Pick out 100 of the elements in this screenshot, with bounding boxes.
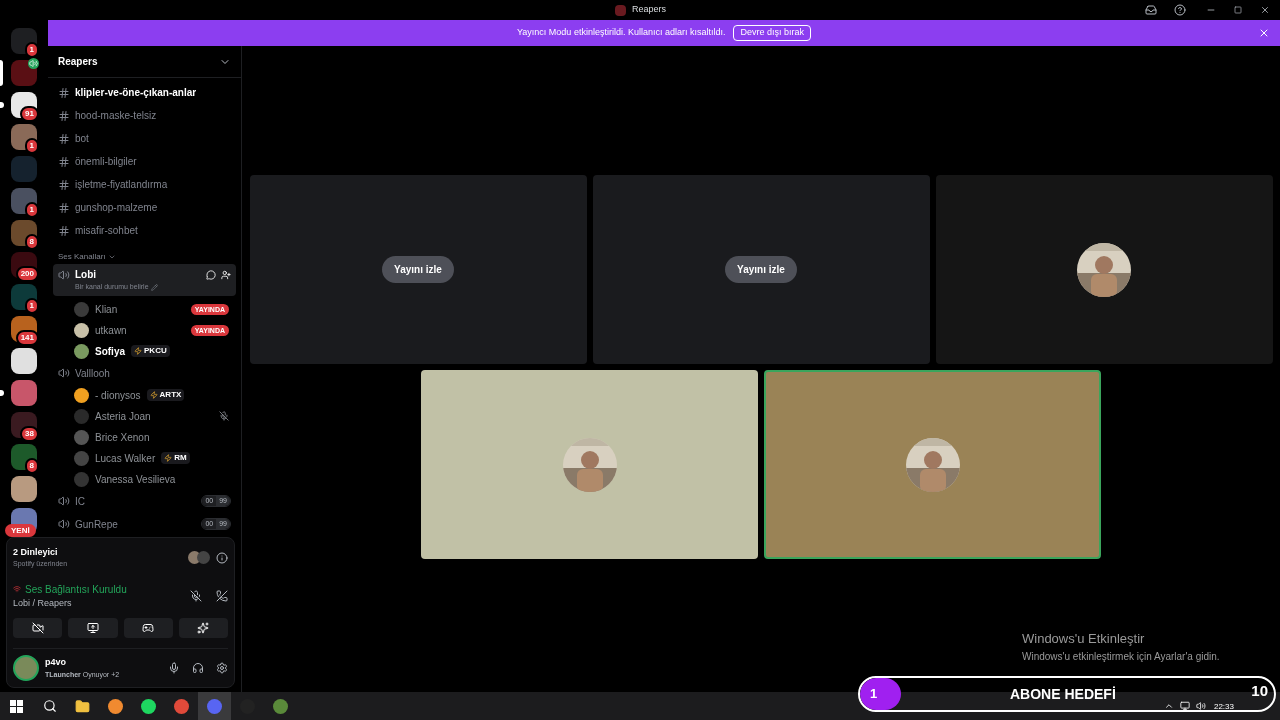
server-icon[interactable] [11, 220, 37, 246]
activation-title: Windows'u Etkinleştir [1022, 630, 1146, 648]
server-item[interactable]: 8 [0, 220, 48, 252]
server-item[interactable]: YENİ [0, 508, 48, 540]
server-icon [615, 4, 626, 16]
inbox-icon[interactable] [1145, 4, 1157, 16]
server-icon[interactable] [11, 476, 37, 502]
microphone-icon[interactable] [168, 662, 180, 674]
invite-icon[interactable] [221, 269, 231, 280]
server-icon[interactable] [11, 348, 37, 374]
server-item[interactable]: 8 [0, 444, 48, 476]
server-name[interactable]: Reapers [58, 54, 219, 69]
speaker-icon [58, 518, 70, 530]
help-icon[interactable] [1174, 4, 1186, 16]
channel-item[interactable]: hood-maske-telsiz [48, 104, 241, 127]
category-label[interactable]: Ses Kanalları [58, 251, 106, 263]
lightning-icon [164, 454, 173, 462]
mention-badge: 200 [15, 266, 39, 282]
voice-channel[interactable]: Valllooh [53, 361, 236, 385]
hash-icon [58, 178, 70, 191]
speaker-icon [58, 367, 70, 379]
connection-status[interactable]: Ses Bağlantısı Kuruldu [25, 581, 127, 597]
disconnect-icon[interactable] [216, 589, 228, 602]
caret-icon[interactable] [1163, 701, 1174, 711]
mention-badge: 141 [15, 330, 39, 346]
server-item[interactable]: 38 [0, 412, 48, 444]
maximize-icon[interactable] [1234, 6, 1242, 14]
server-item[interactable]: 1 [0, 28, 48, 60]
member-name[interactable]: Klian [95, 301, 118, 317]
channel-item[interactable]: misafir-sohbet [48, 219, 241, 242]
clock[interactable]: 22:33 [1213, 701, 1234, 713]
voice-channel-path[interactable]: Lobi / Reapers [13, 596, 190, 610]
user-avatar[interactable] [13, 655, 39, 681]
settings-icon[interactable] [216, 662, 228, 674]
guild-tag: PKCU [131, 345, 170, 357]
member-name[interactable]: Vanessa Vesilieva [95, 471, 176, 487]
speaker-icon [58, 268, 70, 281]
channel-item[interactable]: önemli-bilgiler [48, 150, 241, 173]
voice-tile[interactable] [764, 370, 1101, 559]
activity-title[interactable]: 2 Dinleyici [13, 545, 188, 559]
camera-button[interactable] [13, 618, 63, 638]
network-icon[interactable] [1179, 701, 1190, 711]
watch-stream-button[interactable]: Yayını izle [382, 256, 454, 283]
server-icon[interactable] [11, 60, 37, 86]
info-icon[interactable] [216, 551, 228, 564]
channel-item[interactable]: klipler-ve-öne-çıkan-anlar [48, 81, 241, 104]
hash-icon [58, 109, 70, 122]
headphones-icon[interactable] [192, 662, 204, 674]
channel-item[interactable]: gunshop-malzeme [48, 196, 241, 219]
disable-button[interactable]: Devre dışı bırak [733, 25, 811, 41]
sparkle-icon [197, 622, 210, 634]
gamepad-icon [142, 622, 155, 634]
soundboard-button[interactable] [178, 618, 228, 638]
server-item[interactable]: 200 [0, 252, 48, 284]
watch-stream-button[interactable]: Yayını izle [725, 256, 797, 283]
member-name[interactable]: - dionysos [95, 387, 141, 403]
member-name[interactable]: Lucas Walker [95, 450, 156, 466]
hash-icon [58, 132, 70, 145]
activation-text: Windows'u etkinleştirmek için Ayarlar'a gidin. [1022, 649, 1220, 664]
server-icon[interactable] [11, 444, 37, 470]
user-avatar [197, 551, 210, 564]
username: p4vo [45, 656, 67, 669]
signal-icon [13, 585, 21, 593]
chevron-icon[interactable] [107, 253, 116, 261]
lightning-icon [134, 347, 142, 355]
hash-icon [58, 201, 70, 214]
close-icon[interactable] [1258, 27, 1270, 39]
guild-tag: ARTX [146, 389, 185, 401]
stream-tile[interactable]: Yayını izle [592, 175, 930, 364]
mention-badge: 38 [20, 426, 39, 442]
channel-item[interactable]: bot [48, 127, 241, 150]
hash-icon [58, 155, 70, 168]
volume-icon[interactable] [1195, 701, 1206, 711]
channel-item[interactable]: işletme-fiyatlandırma [48, 173, 241, 196]
window-title: Reapers [632, 3, 668, 17]
chat-icon[interactable] [206, 269, 216, 280]
voice-tile[interactable] [935, 175, 1273, 364]
mention-badge: 91 [20, 106, 39, 122]
hash-icon [58, 86, 70, 99]
voice-tile[interactable] [421, 370, 758, 559]
goal-target: 10 [1251, 681, 1268, 701]
server-item[interactable]: 141 [0, 316, 48, 348]
member-name[interactable]: Sofiya [95, 343, 125, 359]
lightning-icon [149, 391, 158, 399]
server-item[interactable]: 1 [0, 188, 48, 220]
member-name[interactable]: Asteria Joan [95, 408, 151, 424]
server-item[interactable]: 91 [0, 92, 48, 124]
member-name[interactable]: utkawn [95, 322, 127, 338]
stream-tile[interactable]: Yayını izle [249, 175, 587, 364]
pencil-icon[interactable] [150, 283, 158, 291]
goal-label: ABONE HEDEFİ [1010, 684, 1116, 704]
close-icon[interactable] [1260, 5, 1270, 15]
guild-tag: RM [161, 452, 190, 464]
member-name[interactable]: Brice Xenon [95, 429, 150, 445]
server-item[interactable]: 1 [0, 284, 48, 316]
activity-button[interactable] [123, 618, 173, 638]
server-item[interactable]: 1 [0, 124, 48, 156]
screen-share-button[interactable] [68, 618, 118, 638]
speaker-icon [58, 495, 70, 507]
goal-current: 1 [870, 685, 878, 704]
